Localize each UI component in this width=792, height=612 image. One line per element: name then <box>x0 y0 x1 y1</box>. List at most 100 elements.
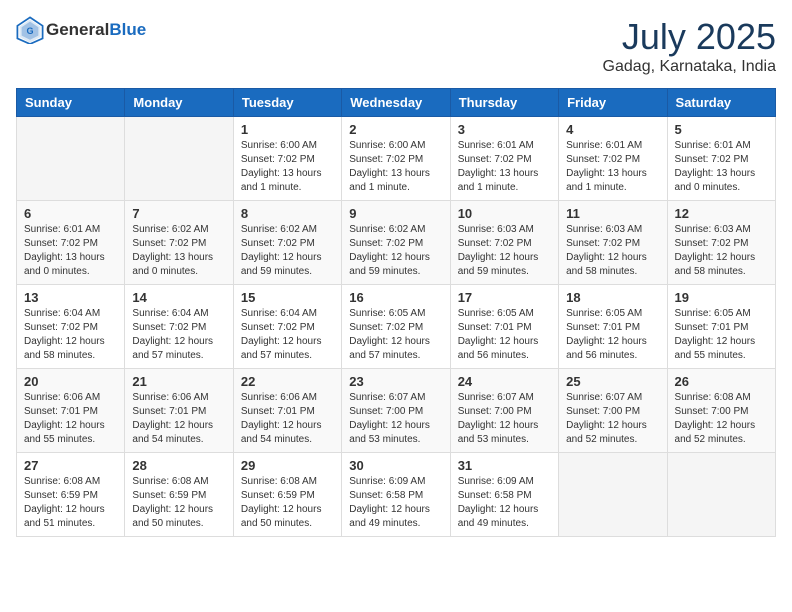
day-info: Sunrise: 6:03 AMSunset: 7:02 PMDaylight:… <box>458 223 551 279</box>
calendar-cell: 14 Sunrise: 6:04 AMSunset: 7:02 PMDayligh… <box>125 285 233 369</box>
weekday-header-row: SundayMondayTuesdayWednesdayThursdayFrid… <box>17 89 776 117</box>
calendar-cell: 11Sunrise: 6:03 AMSunset: 7:02 PMDayligh… <box>559 201 667 285</box>
calendar-week-row: 1 Sunrise: 6:00 AMSunset: 7:02 PMDaylight… <box>17 117 776 201</box>
calendar-cell: 25 Sunrise: 6:07 AMSunset: 7:00 PMDayligh… <box>559 369 667 453</box>
day-number: 14 <box>132 290 225 305</box>
day-number: 20 <box>24 374 117 389</box>
calendar-cell: 8 Sunrise: 6:02 AMSunset: 7:02 PMDaylight… <box>233 201 341 285</box>
calendar-cell: 7 Sunrise: 6:02 AMSunset: 7:02 PMDaylight… <box>125 201 233 285</box>
calendar-table: SundayMondayTuesdayWednesdayThursdayFrid… <box>16 88 776 537</box>
day-info: Sunrise: 6:00 AMSunset: 7:02 PMDaylight:… <box>241 139 334 195</box>
day-number: 5 <box>675 122 768 137</box>
calendar-cell: 6 Sunrise: 6:01 AMSunset: 7:02 PMDaylight… <box>17 201 125 285</box>
day-number: 4 <box>566 122 659 137</box>
calendar-week-row: 13 Sunrise: 6:04 AMSunset: 7:02 PMDayligh… <box>17 285 776 369</box>
calendar-week-row: 6 Sunrise: 6:01 AMSunset: 7:02 PMDaylight… <box>17 201 776 285</box>
day-info: Sunrise: 6:05 AMSunset: 7:01 PMDaylight:… <box>566 307 659 363</box>
day-info: Sunrise: 6:00 AMSunset: 7:02 PMDaylight:… <box>349 139 442 195</box>
calendar-cell: 16 Sunrise: 6:05 AMSunset: 7:02 PMDayligh… <box>342 285 450 369</box>
day-number: 17 <box>458 290 551 305</box>
calendar-cell: 12Sunrise: 6:03 AMSunset: 7:02 PMDayligh… <box>667 201 775 285</box>
weekday-header-sunday: Sunday <box>17 89 125 117</box>
calendar-cell <box>559 453 667 537</box>
day-info: Sunrise: 6:07 AMSunset: 7:00 PMDaylight:… <box>566 391 659 447</box>
day-info: Sunrise: 6:01 AMSunset: 7:02 PMDaylight:… <box>458 139 551 195</box>
day-number: 24 <box>458 374 551 389</box>
day-info: Sunrise: 6:02 AMSunset: 7:02 PMDaylight:… <box>241 223 334 279</box>
logo: G GeneralBlue <box>16 16 146 44</box>
day-info: Sunrise: 6:05 AMSunset: 7:02 PMDaylight:… <box>349 307 442 363</box>
calendar-week-row: 27 Sunrise: 6:08 AMSunset: 6:59 PMDayligh… <box>17 453 776 537</box>
calendar-cell: 23 Sunrise: 6:07 AMSunset: 7:00 PMDayligh… <box>342 369 450 453</box>
calendar-cell: 28 Sunrise: 6:08 AMSunset: 6:59 PMDayligh… <box>125 453 233 537</box>
day-info: Sunrise: 6:04 AMSunset: 7:02 PMDaylight:… <box>241 307 334 363</box>
logo-text: GeneralBlue <box>46 20 146 40</box>
month-year-title: July 2025 <box>603 16 776 58</box>
day-number: 19 <box>675 290 768 305</box>
title-block: July 2025 Gadag, Karnataka, India <box>603 16 776 76</box>
day-number: 7 <box>132 206 225 221</box>
calendar-cell: 3 Sunrise: 6:01 AMSunset: 7:02 PMDaylight… <box>450 117 558 201</box>
day-info: Sunrise: 6:07 AMSunset: 7:00 PMDaylight:… <box>349 391 442 447</box>
calendar-cell: 2Sunrise: 6:00 AMSunset: 7:02 PMDaylight… <box>342 117 450 201</box>
day-number: 10 <box>458 206 551 221</box>
calendar-cell: 17 Sunrise: 6:05 AMSunset: 7:01 PMDayligh… <box>450 285 558 369</box>
day-info: Sunrise: 6:04 AMSunset: 7:02 PMDaylight:… <box>132 307 225 363</box>
calendar-week-row: 20 Sunrise: 6:06 AMSunset: 7:01 PMDayligh… <box>17 369 776 453</box>
day-info: Sunrise: 6:02 AMSunset: 7:02 PMDaylight:… <box>132 223 225 279</box>
day-number: 26 <box>675 374 768 389</box>
day-number: 27 <box>24 458 117 473</box>
day-number: 6 <box>24 206 117 221</box>
weekday-header-tuesday: Tuesday <box>233 89 341 117</box>
calendar-cell: 10 Sunrise: 6:03 AMSunset: 7:02 PMDayligh… <box>450 201 558 285</box>
calendar-cell <box>125 117 233 201</box>
calendar-cell: 30Sunrise: 6:09 AMSunset: 6:58 PMDayligh… <box>342 453 450 537</box>
day-number: 21 <box>132 374 225 389</box>
weekday-header-wednesday: Wednesday <box>342 89 450 117</box>
day-info: Sunrise: 6:06 AMSunset: 7:01 PMDaylight:… <box>241 391 334 447</box>
day-number: 28 <box>132 458 225 473</box>
weekday-header-saturday: Saturday <box>667 89 775 117</box>
day-info: Sunrise: 6:01 AMSunset: 7:02 PMDaylight:… <box>566 139 659 195</box>
calendar-cell: 9 Sunrise: 6:02 AMSunset: 7:02 PMDaylight… <box>342 201 450 285</box>
day-info: Sunrise: 6:05 AMSunset: 7:01 PMDaylight:… <box>675 307 768 363</box>
day-info: Sunrise: 6:01 AMSunset: 7:02 PMDaylight:… <box>675 139 768 195</box>
location-subtitle: Gadag, Karnataka, India <box>603 58 776 76</box>
day-number: 25 <box>566 374 659 389</box>
calendar-cell <box>17 117 125 201</box>
page-header: G GeneralBlue July 2025 Gadag, Karnataka… <box>16 16 776 76</box>
day-number: 16 <box>349 290 442 305</box>
day-number: 22 <box>241 374 334 389</box>
calendar-cell <box>667 453 775 537</box>
day-number: 1 <box>241 122 334 137</box>
day-info: Sunrise: 6:05 AMSunset: 7:01 PMDaylight:… <box>458 307 551 363</box>
svg-text:G: G <box>26 26 33 36</box>
day-number: 12 <box>675 206 768 221</box>
weekday-header-friday: Friday <box>559 89 667 117</box>
day-info: Sunrise: 6:09 AMSunset: 6:58 PMDaylight:… <box>349 475 442 531</box>
calendar-cell: 5 Sunrise: 6:01 AMSunset: 7:02 PMDaylight… <box>667 117 775 201</box>
day-number: 23 <box>349 374 442 389</box>
day-number: 9 <box>349 206 442 221</box>
calendar-cell: 19 Sunrise: 6:05 AMSunset: 7:01 PMDayligh… <box>667 285 775 369</box>
calendar-cell: 27 Sunrise: 6:08 AMSunset: 6:59 PMDayligh… <box>17 453 125 537</box>
calendar-cell: 24 Sunrise: 6:07 AMSunset: 7:00 PMDayligh… <box>450 369 558 453</box>
day-info: Sunrise: 6:03 AMSunset: 7:02 PMDaylight:… <box>566 223 659 279</box>
day-number: 8 <box>241 206 334 221</box>
day-info: Sunrise: 6:02 AMSunset: 7:02 PMDaylight:… <box>349 223 442 279</box>
day-number: 29 <box>241 458 334 473</box>
weekday-header-thursday: Thursday <box>450 89 558 117</box>
day-number: 15 <box>241 290 334 305</box>
day-info: Sunrise: 6:08 AMSunset: 6:59 PMDaylight:… <box>132 475 225 531</box>
day-number: 31 <box>458 458 551 473</box>
day-info: Sunrise: 6:01 AMSunset: 7:02 PMDaylight:… <box>24 223 117 279</box>
day-number: 13 <box>24 290 117 305</box>
day-number: 3 <box>458 122 551 137</box>
day-info: Sunrise: 6:08 AMSunset: 6:59 PMDaylight:… <box>24 475 117 531</box>
day-info: Sunrise: 6:08 AMSunset: 7:00 PMDaylight:… <box>675 391 768 447</box>
day-info: Sunrise: 6:09 AMSunset: 6:58 PMDaylight:… <box>458 475 551 531</box>
day-info: Sunrise: 6:07 AMSunset: 7:00 PMDaylight:… <box>458 391 551 447</box>
day-number: 18 <box>566 290 659 305</box>
calendar-cell: 4 Sunrise: 6:01 AMSunset: 7:02 PMDaylight… <box>559 117 667 201</box>
day-info: Sunrise: 6:06 AMSunset: 7:01 PMDaylight:… <box>132 391 225 447</box>
